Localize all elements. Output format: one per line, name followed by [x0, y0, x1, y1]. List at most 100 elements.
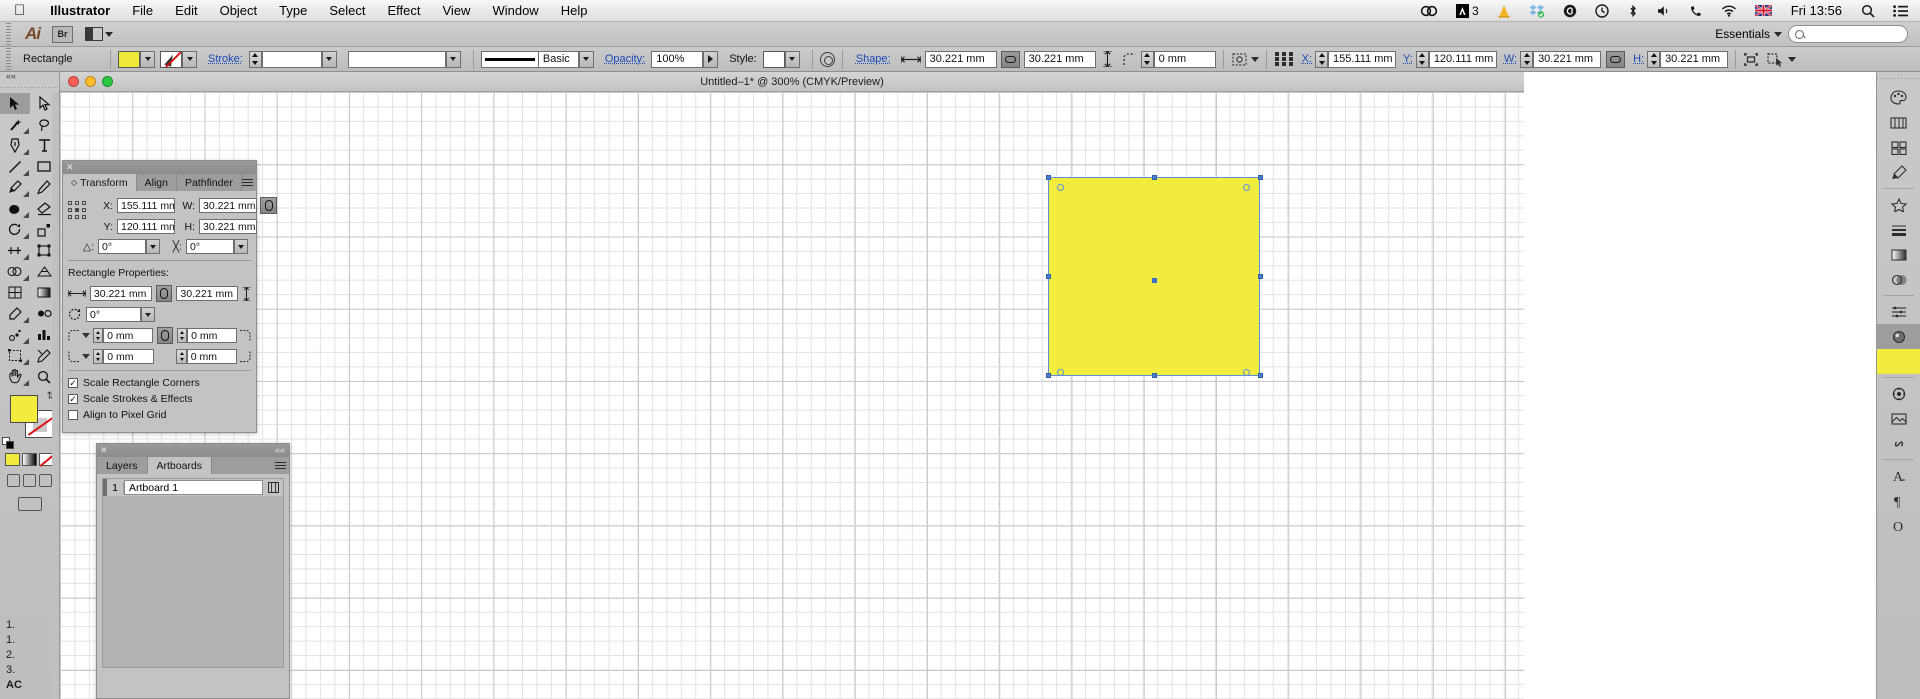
- artboard-tool[interactable]: [0, 345, 30, 366]
- screen-mode-button[interactable]: [17, 497, 42, 511]
- uk-flag-icon[interactable]: [1746, 5, 1781, 16]
- menu-object[interactable]: Object: [209, 3, 269, 18]
- brushes-panel-icon[interactable]: [1877, 160, 1920, 185]
- paragraph-panel-icon[interactable]: ¶: [1877, 488, 1920, 513]
- corner-radius-control[interactable]: 0 mm: [1140, 50, 1216, 68]
- stroke-weight-label[interactable]: Stroke:: [202, 53, 249, 65]
- brush-definition-control[interactable]: Basic: [480, 50, 599, 68]
- stroke-dropdown-icon[interactable]: [182, 50, 197, 68]
- stroke-panel-icon[interactable]: [1877, 217, 1920, 242]
- collapse-icon[interactable]: ««: [275, 445, 285, 455]
- transform-w-field[interactable]: 30.221 mm: [199, 198, 257, 213]
- h-label[interactable]: H:: [1630, 53, 1647, 65]
- x-label[interactable]: X:: [1299, 53, 1315, 65]
- align-to-pixel-grid-row[interactable]: Align to Pixel Grid: [68, 409, 251, 421]
- panel-menu-icon[interactable]: [242, 177, 253, 188]
- active-style-swatch[interactable]: [1877, 349, 1920, 374]
- reference-point-selector[interactable]: [68, 201, 88, 221]
- drawing-mode-normal-button[interactable]: [7, 474, 20, 487]
- corner-br-field[interactable]: 0 mm: [186, 349, 238, 364]
- toolbar-grip[interactable]: [0, 83, 59, 92]
- recolor-artwork-icon[interactable]: [819, 51, 835, 67]
- selection-handle-tc[interactable]: [1152, 175, 1157, 180]
- time-machine-icon[interactable]: [1586, 3, 1618, 18]
- scale-strokes-effects-row[interactable]: ✓ Scale Strokes & Effects: [68, 393, 251, 405]
- artboard-options-icon[interactable]: [263, 482, 283, 493]
- selection-handle-br[interactable]: [1258, 373, 1263, 378]
- selection-handle-tl[interactable]: [1046, 175, 1051, 180]
- menu-select[interactable]: Select: [318, 3, 376, 18]
- width-tool[interactable]: [0, 240, 30, 261]
- transform-panel-titlebar[interactable]: ✕: [63, 161, 256, 174]
- menu-help[interactable]: Help: [550, 3, 599, 18]
- stroke-profile-control[interactable]: [347, 50, 466, 68]
- selection-handle-tr[interactable]: [1258, 175, 1263, 180]
- opentype-panel-icon[interactable]: O: [1877, 513, 1920, 538]
- blob-brush-tool[interactable]: [0, 198, 30, 219]
- x-field[interactable]: 155.111 mm: [1328, 50, 1397, 68]
- search-input[interactable]: [1788, 25, 1908, 43]
- phone-icon[interactable]: [1680, 4, 1712, 18]
- menu-app-name[interactable]: Illustrator: [39, 3, 121, 18]
- character-panel-icon[interactable]: A: [1877, 463, 1920, 488]
- brush-name-field[interactable]: Basic: [538, 50, 579, 68]
- graphic-style-control[interactable]: [762, 50, 805, 68]
- menu-file[interactable]: File: [121, 3, 164, 18]
- menu-window[interactable]: Window: [481, 3, 549, 18]
- drawing-mode-behind-button[interactable]: [23, 474, 36, 487]
- h-stepper[interactable]: [1647, 50, 1661, 68]
- graphic-style-swatch[interactable]: [762, 50, 785, 68]
- selection-handle-bc[interactable]: [1152, 373, 1157, 378]
- symbols-panel-icon[interactable]: [1877, 192, 1920, 217]
- stroke-color-control[interactable]: [160, 50, 202, 68]
- y-label[interactable]: Y:: [1396, 53, 1416, 65]
- rotate-angle-field[interactable]: 0°: [98, 239, 146, 254]
- minimize-window-button[interactable]: [85, 76, 96, 87]
- selection-tool[interactable]: [0, 93, 30, 114]
- bluetooth-icon[interactable]: [1618, 4, 1648, 18]
- align-to-pixel-grid-checkbox[interactable]: [68, 410, 78, 420]
- artboard-list[interactable]: 1 Artboard 1: [102, 478, 284, 668]
- rect-constrain-button[interactable]: [155, 285, 173, 302]
- menu-edit[interactable]: Edit: [164, 3, 208, 18]
- corner-tl-type-caret-icon[interactable]: [81, 333, 90, 338]
- stroke-profile-field[interactable]: [347, 50, 446, 68]
- bridge-button[interactable]: Br: [52, 25, 73, 43]
- transform-options-caret-icon[interactable]: [1250, 56, 1259, 62]
- at-symbol-icon[interactable]: [1554, 4, 1586, 18]
- rotate-tool[interactable]: [0, 219, 30, 240]
- live-corner-handle-bl[interactable]: [1057, 369, 1064, 376]
- document-tab-bar[interactable]: Untitled–1* @ 300% (CMYK/Preview): [60, 72, 1524, 92]
- tab-layers[interactable]: Layers: [97, 457, 148, 474]
- w-label[interactable]: W:: [1497, 53, 1520, 65]
- menu-effect[interactable]: Effect: [376, 3, 431, 18]
- h-field[interactable]: 30.221 mm: [1660, 50, 1729, 68]
- selection-handle-mr[interactable]: [1258, 274, 1263, 279]
- transform-options-icon[interactable]: [1231, 52, 1248, 67]
- right-dock-grip[interactable]: [1877, 74, 1920, 83]
- dropbox-icon[interactable]: [1520, 4, 1554, 18]
- fill-color-indicator[interactable]: [10, 395, 38, 423]
- shape-height-field[interactable]: 30.221 mm: [1023, 50, 1096, 68]
- stroke-weight-stepper[interactable]: [248, 50, 262, 68]
- select-similar-caret-icon[interactable]: [1788, 56, 1797, 62]
- gradient-mode-button[interactable]: [22, 453, 37, 466]
- color-guide-icon[interactable]: [1877, 110, 1920, 135]
- corner-tl-field[interactable]: 0 mm: [103, 328, 154, 343]
- toolbar-collapse-button[interactable]: ««: [0, 72, 59, 81]
- default-fill-stroke-icon[interactable]: [2, 437, 14, 449]
- align-icon[interactable]: [1743, 52, 1759, 67]
- corner-tl-stepper[interactable]: [92, 328, 104, 343]
- brush-preview[interactable]: [480, 50, 539, 68]
- selection-handle-ml[interactable]: [1046, 274, 1051, 279]
- adobe-a-icon[interactable]: 3: [1447, 3, 1488, 18]
- constrain-proportions-button[interactable]: [1000, 50, 1020, 68]
- drawing-mode-inside-button[interactable]: [39, 474, 52, 487]
- live-corner-handle-tr[interactable]: [1243, 184, 1250, 191]
- fill-control[interactable]: [118, 50, 160, 68]
- line-segment-tool[interactable]: [0, 156, 30, 177]
- opacity-field[interactable]: 100%: [651, 50, 704, 68]
- fill-stroke-control[interactable]: ⇅: [0, 391, 59, 451]
- image-trace-icon[interactable]: [1877, 406, 1920, 431]
- scale-rectangle-corners-row[interactable]: ✓ Scale Rectangle Corners: [68, 377, 251, 389]
